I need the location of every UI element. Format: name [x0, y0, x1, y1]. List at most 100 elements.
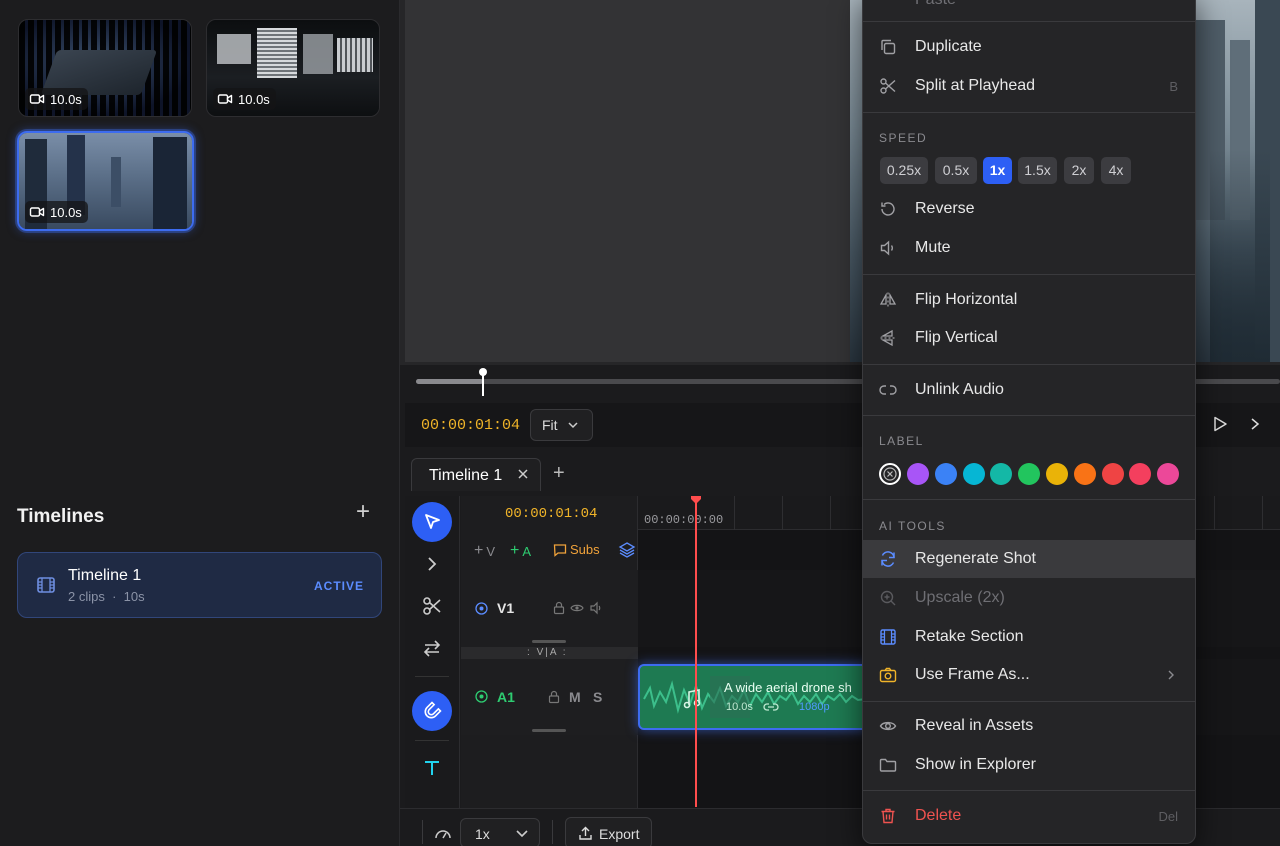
close-icon	[883, 467, 897, 481]
add-timeline-button[interactable]: +	[352, 500, 374, 524]
label-color-swatch[interactable]	[1101, 463, 1124, 485]
label-color-swatch[interactable]	[1073, 463, 1096, 485]
track-resize-handle[interactable]	[532, 640, 566, 643]
track-target-icon[interactable]	[475, 602, 488, 615]
clip-resolution: 1080p	[799, 701, 830, 713]
label-color-swatch[interactable]	[907, 463, 929, 485]
menu-item-duplicate[interactable]: Duplicate	[862, 28, 1196, 66]
scrub-progress	[416, 379, 483, 384]
menu-item-paste[interactable]: Paste	[862, 0, 1196, 19]
asset-clip-3-selected[interactable]: 10.0s	[17, 131, 194, 231]
zoom-fit-select[interactable]: Fit	[530, 409, 593, 441]
lock-icon[interactable]	[547, 690, 561, 704]
speed-option-0.5x[interactable]: 0.5x	[935, 157, 977, 184]
lock-icon[interactable]	[552, 601, 566, 615]
chevron-down-icon	[516, 830, 528, 838]
add-audio-track-button[interactable]: + A	[510, 542, 531, 560]
text-t-icon	[425, 761, 439, 775]
preview-canvas[interactable]	[405, 0, 850, 362]
add-subtitles-button[interactable]: Subs	[553, 542, 600, 557]
duplicate-icon	[881, 39, 896, 55]
solo-track-button[interactable]: S	[593, 689, 602, 705]
speed-option-1x[interactable]: 1x	[983, 157, 1012, 184]
text-tool-button[interactable]	[412, 748, 452, 788]
speed-option-0.25x[interactable]: 0.25x	[880, 157, 928, 184]
ruler-tick	[1262, 496, 1263, 530]
menu-item-flip-vertical[interactable]: Flip Vertical	[862, 319, 1196, 357]
chevron-right-icon[interactable]	[1248, 416, 1262, 432]
menu-separator	[862, 499, 1196, 500]
speed-option-1.5x[interactable]: 1.5x	[1018, 157, 1057, 184]
menu-label: Split at Playhead	[915, 77, 1036, 94]
menu-item-split-at-playhead[interactable]: Split at Playhead B	[862, 67, 1196, 105]
export-button[interactable]: Export	[565, 817, 652, 846]
chevron-right-icon	[428, 557, 437, 571]
asset-clip-1[interactable]: 10.0s	[18, 19, 192, 117]
menu-label: Paste	[915, 0, 956, 9]
asset-clip-2[interactable]: 10.0s	[206, 19, 380, 117]
menu-item-reveal-in-assets[interactable]: Reveal in Assets	[862, 707, 1196, 745]
road-shape	[1210, 150, 1270, 362]
active-badge: ACTIVE	[313, 579, 364, 593]
speaker-icon[interactable]	[589, 601, 603, 615]
track-resize-handle[interactable]	[532, 729, 566, 732]
ruler-tick	[782, 496, 783, 530]
speed-option-2x[interactable]: 2x	[1064, 157, 1094, 184]
menu-item-retake-section[interactable]: Retake Section	[862, 618, 1196, 656]
ruler-tick	[830, 496, 831, 530]
label-color-none[interactable]	[879, 463, 901, 485]
menu-item-flip-horizontal[interactable]: Flip Horizontal	[862, 281, 1196, 319]
menu-item-reverse[interactable]: Reverse	[862, 190, 1196, 228]
building-shape	[111, 157, 121, 207]
speech-bubble-icon	[553, 543, 567, 557]
eye-icon[interactable]	[570, 601, 584, 615]
expand-tools-button[interactable]	[412, 544, 452, 584]
rotate-ccw-icon	[881, 202, 895, 216]
track-target-icon[interactable]	[475, 690, 488, 703]
play-icon[interactable]	[1212, 416, 1228, 432]
scissors-icon	[423, 597, 441, 615]
menu-item-show-in-explorer[interactable]: Show in Explorer	[862, 746, 1196, 784]
add-track-row: + V + A Subs	[461, 532, 638, 568]
label-color-swatch[interactable]	[962, 463, 985, 485]
mute-track-button[interactable]: M	[569, 689, 581, 705]
speed-option-4x[interactable]: 4x	[1101, 157, 1131, 184]
menu-item-upscale[interactable]: Upscale (2x)	[862, 579, 1196, 617]
label-color-swatch[interactable]	[1046, 463, 1068, 485]
magnet-snap-button[interactable]	[412, 691, 452, 731]
video-camera-icon	[29, 207, 45, 217]
timeline-list-item[interactable]: Timeline 1 2 clips · 10s ACTIVE	[17, 552, 382, 618]
select-tool-button[interactable]	[412, 502, 452, 542]
menu-label: Mute	[915, 239, 951, 256]
menu-label: Reveal in Assets	[915, 717, 1034, 734]
close-icon[interactable]	[516, 467, 530, 481]
add-video-track-button[interactable]: + V	[474, 542, 495, 560]
scrub-handle[interactable]	[479, 368, 487, 376]
menu-label: Retake Section	[915, 628, 1024, 645]
building-shape	[153, 137, 187, 229]
ruler-timecode: 00:00:01:04	[505, 506, 598, 522]
menu-item-unlink-audio[interactable]: Unlink Audio	[862, 371, 1196, 409]
label-color-swatch[interactable]	[934, 463, 957, 485]
razor-tool-button[interactable]	[412, 586, 452, 626]
menu-item-delete[interactable]: Delete Del	[862, 797, 1196, 835]
slip-tool-button[interactable]	[412, 628, 452, 668]
track-name: A1	[497, 689, 515, 705]
ruler-tick	[734, 496, 735, 530]
menu-section-label: LABEL	[879, 434, 924, 448]
add-tab-button[interactable]: +	[553, 463, 569, 483]
playhead[interactable]	[695, 497, 697, 807]
menu-item-regenerate-shot[interactable]: Regenerate Shot	[862, 540, 1196, 578]
duration-badge: 10.0s	[213, 88, 276, 110]
menu-label: Duplicate	[915, 38, 982, 55]
audio-clip[interactable]	[638, 664, 868, 730]
menu-item-use-frame-as[interactable]: Use Frame As...	[862, 656, 1196, 694]
video-camera-icon	[29, 94, 45, 104]
layers-icon[interactable]	[618, 541, 636, 559]
playback-speed-select[interactable]: 1x	[460, 818, 540, 846]
menu-label: Regenerate Shot	[915, 550, 1036, 567]
menu-item-mute[interactable]: Mute	[862, 229, 1196, 267]
unlink-icon	[879, 385, 897, 395]
export-label: Export	[599, 826, 640, 842]
tab-timeline-1[interactable]: Timeline 1	[411, 458, 541, 491]
